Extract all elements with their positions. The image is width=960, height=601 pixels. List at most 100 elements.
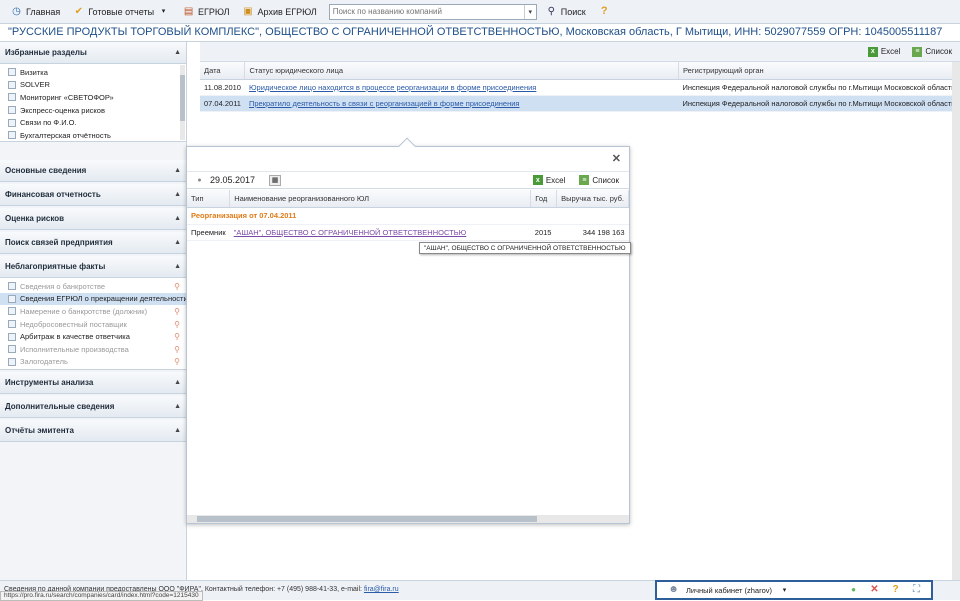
group-label: Реорганизация от 07.04.2011 [187,207,629,225]
chevron-down-icon[interactable]: ▾ [778,584,791,597]
popup-excel-button[interactable]: x Excel [532,175,565,185]
calendar-icon[interactable]: ▦ [269,174,282,186]
list-item[interactable]: Сведения о банкротстве ⚲ [0,280,186,293]
expand-icon: ▲ [174,239,181,246]
page-icon [8,68,16,77]
list-item[interactable]: Связи по Ф.И.О. [0,116,186,129]
page-icon [8,282,16,291]
expand-icon: ▲ [174,427,181,434]
egrul-button[interactable]: ▤ ЕГРЮЛ [178,2,233,22]
column-header[interactable]: Тип [187,190,231,208]
fullscreen-icon[interactable]: ⛶ [910,584,923,597]
column-header[interactable]: Год [530,190,558,208]
chevron-down-icon: ▾ [161,8,166,15]
section-financial[interactable]: Финансовая отчетность ▲ [0,184,186,206]
authority-cell: Инспекция Федеральной налоговой службы п… [678,79,960,96]
tooltip: "АШАН", ОБЩЕСТВО С ОГРАНИЧЕННОЙ ОТВЕТСТВ… [419,242,631,254]
list-item[interactable]: Арбитраж в качестве ответчика ⚲ [0,330,186,343]
column-header[interactable]: Статус юридического лица [244,62,679,80]
search-dropdown-icon[interactable]: ▾ [523,4,536,19]
question-icon[interactable]: ? [889,584,902,597]
email-link[interactable]: fira@fira.ru [364,586,399,593]
main-scrollbar[interactable] [952,62,960,580]
year-cell: 2015 [530,224,557,241]
toolbar: ◷ Главная ✔ Готовые отчеты ▾ ▤ ЕГРЮЛ ▣ Архив … [0,0,960,24]
list-item[interactable]: Намерение о банкротстве (должник) ⚲ [0,305,186,318]
page-icon [8,80,16,89]
close-icon[interactable]: ✕ [612,152,621,165]
list-button[interactable]: ≡ Список [912,46,952,57]
status-link[interactable]: Юридическое лицо находится в процессе ре… [249,83,536,92]
section-issuer-reports[interactable]: Отчёты эмитента ▲ [0,420,186,442]
archive-icon: ▣ [243,5,253,17]
list-icon: ≡ [579,175,590,185]
date-cell: 07.04.2011 [200,95,245,112]
list-item[interactable]: Исполнительные производства ⚲ [0,343,186,356]
excel-icon: x [867,46,878,57]
checkmark-icon: ✔ [74,5,83,17]
section-additional[interactable]: Дополнительные сведения ▲ [0,396,186,418]
reports-menu-button[interactable]: ✔ Готовые отчеты ▾ [68,2,174,22]
excel-button[interactable]: x Excel [867,46,900,57]
popup-toolbar: ● 29.05.2017 ▦ x Excel ≡ Список [187,171,629,189]
user-icon: ☻ [668,584,679,595]
favorites-scrollbar[interactable] [180,65,185,140]
column-header[interactable]: Выручка тыс. руб. [556,190,629,208]
search-button[interactable]: ⚲ Поиск [541,2,590,22]
table-row[interactable]: 11.08.2010 Юридическое лицо находится в … [200,79,960,96]
page-icon [8,294,16,303]
favorites-list: Визитка SOLVER Мониторинг «СВЕТОФОР» Экс… [0,64,186,142]
list-item[interactable]: Бухгалтерская отчётность [0,129,186,142]
column-header[interactable]: Наименование реорганизованного ЮЛ [229,190,532,208]
page-icon [8,357,16,366]
question-icon: ? [600,5,608,17]
section-unfavorable[interactable]: Неблагоприятные факты ▲ [0,256,186,278]
reorganization-popup: ✕ ● 29.05.2017 ▦ x Excel ≡ Список Тип Наим… [186,137,631,524]
main-toolbar: x Excel ≡ Список [200,42,960,62]
list-item[interactable]: Недобросовестный поставщик ⚲ [0,318,186,331]
pin-icon[interactable]: ⚲ [174,357,180,366]
egrul-archive-button[interactable]: ▣ Архив ЕГРЮЛ [238,2,321,22]
close-icon[interactable]: ✕ [868,584,881,597]
calendar-dot-icon: ● [197,176,202,184]
table-row-selected[interactable]: 07.04.2011 Прекратило деятельность в свя… [200,95,960,112]
excel-icon: x [532,175,543,185]
expand-icon: ▲ [174,167,181,174]
table-row[interactable]: Преемник "АШАН", ОБЩЕСТВО С ОГРАНИЧЕННОЙ… [187,224,629,241]
page-icon [8,332,16,341]
revenue-cell: 344 198 163 [556,224,629,241]
list-item[interactable]: SOLVER [0,79,186,92]
list-item-selected[interactable]: Сведения ЕГРЮЛ о прекращении деятельност… [0,292,186,306]
list-item[interactable]: Экспресс-оценка рисков [0,104,186,117]
page-icon [8,320,16,329]
help-button[interactable]: ? [594,2,615,22]
pin-icon[interactable]: ⚲ [174,307,180,316]
section-analysis-tools[interactable]: Инструменты анализа ▲ [0,372,186,394]
section-links-search[interactable]: Поиск связей предприятия ▲ [0,232,186,254]
type-cell: Преемник [187,224,230,241]
group-row: Реорганизация от 07.04.2011 [187,207,629,225]
list-item[interactable]: Мониторинг «СВЕТОФОР» [0,91,186,104]
popup-list-button[interactable]: ≡ Список [579,175,619,185]
page-icon [8,345,16,354]
pin-icon[interactable]: ⚲ [174,345,180,354]
popup-scrollbar[interactable] [187,515,629,523]
registry-icon: ▤ [183,5,194,17]
page-icon [8,93,16,102]
home-button[interactable]: ◷ Главная [6,2,64,22]
status-link[interactable]: Прекратило деятельность в связи с реорга… [249,99,520,108]
collapse-icon: ▲ [174,49,181,56]
list-item[interactable]: Залогодатель ⚲ [0,356,186,369]
section-risks[interactable]: Оценка рисков ▲ [0,208,186,230]
cabinet-label[interactable]: Личный кабинет (zharov) [686,586,772,595]
column-header[interactable]: Дата [200,62,246,80]
successor-link[interactable]: "АШАН", ОБЩЕСТВО С ОГРАНИЧЕННОЙ ОТВЕТСТВ… [234,228,467,237]
column-header[interactable]: Регистрирующий орган [678,62,960,80]
section-main-info[interactable]: Основные сведения ▲ [0,160,186,182]
pin-icon[interactable]: ⚲ [174,282,180,291]
section-favorites[interactable]: Избранные разделы ▲ [0,42,186,64]
search-input[interactable] [329,4,524,19]
list-item[interactable]: Визитка [0,66,186,79]
pin-icon[interactable]: ⚲ [174,332,180,341]
pin-icon[interactable]: ⚲ [174,320,180,329]
